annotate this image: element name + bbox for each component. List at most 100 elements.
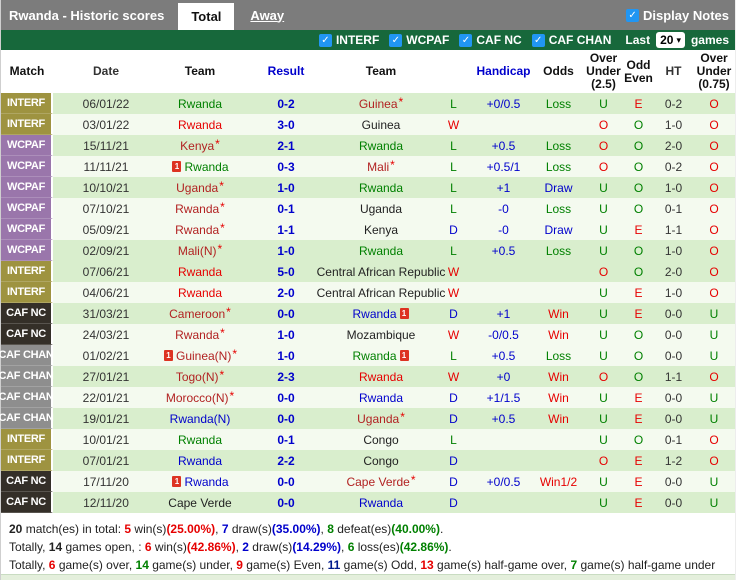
score-link[interactable]: 0-0 <box>241 408 331 429</box>
home-advantage-star: * <box>226 304 231 319</box>
half-time-score: 1-0 <box>664 180 683 195</box>
handicap-value <box>476 282 531 303</box>
competition-label: INTERF <box>1 93 53 114</box>
score-link[interactable]: 0-3 <box>241 156 331 177</box>
away-team: Congo <box>363 453 399 468</box>
handicap-value <box>476 114 531 135</box>
score-link[interactable]: 1-0 <box>241 324 331 345</box>
away-team: Rwanda <box>358 495 404 510</box>
result-letter: W <box>447 264 460 279</box>
score-link[interactable]: 2-1 <box>241 135 331 156</box>
historic-scores-panel: Rwanda - Historic scores Total Away ✓ Di… <box>0 0 736 580</box>
home-advantage-star: * <box>229 388 235 403</box>
match-date: 17/11/20 <box>83 474 129 489</box>
red-card-icon: 1 <box>172 476 182 487</box>
handicap-value: +0/0.5 <box>486 96 521 111</box>
competition-label: CAF CHAN <box>0 366 54 387</box>
score-link[interactable]: 0-1 <box>241 429 331 450</box>
table-row: INTERF 06/01/22 Rwanda 0-2 Guinea * L +0/0.5 Los… <box>1 93 735 114</box>
header-handicap: Handicap <box>476 64 531 78</box>
home-advantage-star: * <box>398 94 404 109</box>
over-under-2-5-result: U <box>599 222 608 237</box>
table-row: CAF NC 31/03/21 Cameroon * 0-0 Rwanda 1 D +1 Win U… <box>1 303 735 324</box>
match-date: 19/01/21 <box>82 411 130 426</box>
score-link[interactable]: 1-0 <box>241 345 331 366</box>
display-notes-checkbox[interactable]: ✓ <box>626 8 640 22</box>
home-advantage-star: * <box>219 367 225 382</box>
summary-line-total: 20 match(es) in total: 5 win(s)(25.00%),… <box>9 522 444 536</box>
half-time-score: 0-0 <box>664 495 683 510</box>
home-team: 1 Rwanda <box>159 471 241 492</box>
odds-result: Loss <box>545 159 572 174</box>
away-team: Rwanda <box>358 390 404 405</box>
over-under-2-5-result: U <box>599 411 608 426</box>
match-date: 05/09/21 <box>82 222 130 237</box>
score-link[interactable]: 0-2 <box>241 93 331 114</box>
last-games-select[interactable]: 20 ▾ <box>656 32 685 48</box>
games-count-value: 20 <box>660 33 674 47</box>
over-under-2-5-result: U <box>599 432 608 447</box>
over-under-0-75-result: U <box>709 411 719 426</box>
score-link[interactable]: 0-1 <box>241 198 331 219</box>
score-link[interactable]: 1-0 <box>241 240 331 261</box>
handicap-value: +1/1.5 <box>486 390 521 405</box>
home-team: Rwanda <box>177 264 223 279</box>
competition-label: WCPAF <box>1 135 53 156</box>
filter-interf: ✓ INTERF <box>318 33 380 47</box>
wcpaf-checkbox[interactable]: ✓ <box>389 33 403 47</box>
away-team: Rwanda <box>358 243 404 258</box>
odds-result <box>531 429 586 450</box>
result-letter: L <box>450 159 457 174</box>
table-row: INTERF 04/06/21 Rwanda 2-0 Central African R… <box>1 282 735 303</box>
caf-chan-checkbox[interactable]: ✓ <box>531 33 545 47</box>
table-row: CAF CHAN 27/01/21 Togo(N) * 2-3 Rwanda W +0 Win O… <box>0 366 735 387</box>
score-link[interactable]: 1-1 <box>241 219 331 240</box>
match-date: 01/02/21 <box>82 348 130 363</box>
half-time-score: 0-0 <box>664 327 683 342</box>
match-date: 12/11/20 <box>83 495 129 510</box>
score-link[interactable]: 3-0 <box>241 114 331 135</box>
match-date: 31/03/21 <box>82 306 130 321</box>
home-advantage-star: * <box>390 157 395 172</box>
tab-away[interactable]: Away <box>250 8 284 23</box>
interf-checkbox[interactable]: ✓ <box>318 33 332 47</box>
handicap-value: -0 <box>498 201 509 216</box>
over-under-2-5-result: U <box>599 201 608 216</box>
home-team: 1 Guinea(N) * <box>159 345 241 366</box>
odds-result: Draw <box>544 222 573 237</box>
tab-total[interactable]: Total <box>178 3 235 30</box>
header-over-under-2-5: Over Under (2.5) <box>586 51 621 91</box>
half-time-score: 0-0 <box>664 390 683 405</box>
odd-even-result: E <box>634 411 643 426</box>
over-under-0-75-result: O <box>709 159 719 174</box>
score-link[interactable]: 2-2 <box>241 450 331 471</box>
match-date: 04/06/21 <box>82 285 130 300</box>
odds-result <box>531 282 586 303</box>
match-date: 10/01/21 <box>82 432 130 447</box>
interf-label: INTERF <box>335 33 380 47</box>
result-letter: L <box>450 180 457 195</box>
home-team: 1 Rwanda <box>159 156 241 177</box>
odd-even-result: O <box>633 201 644 216</box>
home-team: Rwanda <box>177 117 223 132</box>
games-label: games <box>690 33 729 47</box>
match-date: 07/01/21 <box>82 453 130 468</box>
odd-even-result: O <box>633 432 644 447</box>
odd-even-result: E <box>634 285 643 300</box>
score-link[interactable]: 0-0 <box>241 387 331 408</box>
score-link[interactable]: 0-0 <box>241 303 331 324</box>
score-link[interactable]: 0-0 <box>241 492 331 513</box>
score-link[interactable]: 1-0 <box>241 177 331 198</box>
caf-nc-checkbox[interactable]: ✓ <box>459 33 473 47</box>
score-link[interactable]: 2-3 <box>241 366 331 387</box>
score-link[interactable]: 0-0 <box>241 471 331 492</box>
odds-result: Loss <box>545 201 572 216</box>
match-date: 22/01/21 <box>82 390 130 405</box>
result-letter: D <box>449 495 458 510</box>
half-time-score: 0-2 <box>664 159 683 174</box>
result-letter: D <box>449 222 458 237</box>
handicap-value: +1 <box>496 306 511 321</box>
match-date: 27/01/21 <box>82 369 130 384</box>
result-letter: D <box>449 474 458 489</box>
home-advantage-star: * <box>220 325 225 340</box>
